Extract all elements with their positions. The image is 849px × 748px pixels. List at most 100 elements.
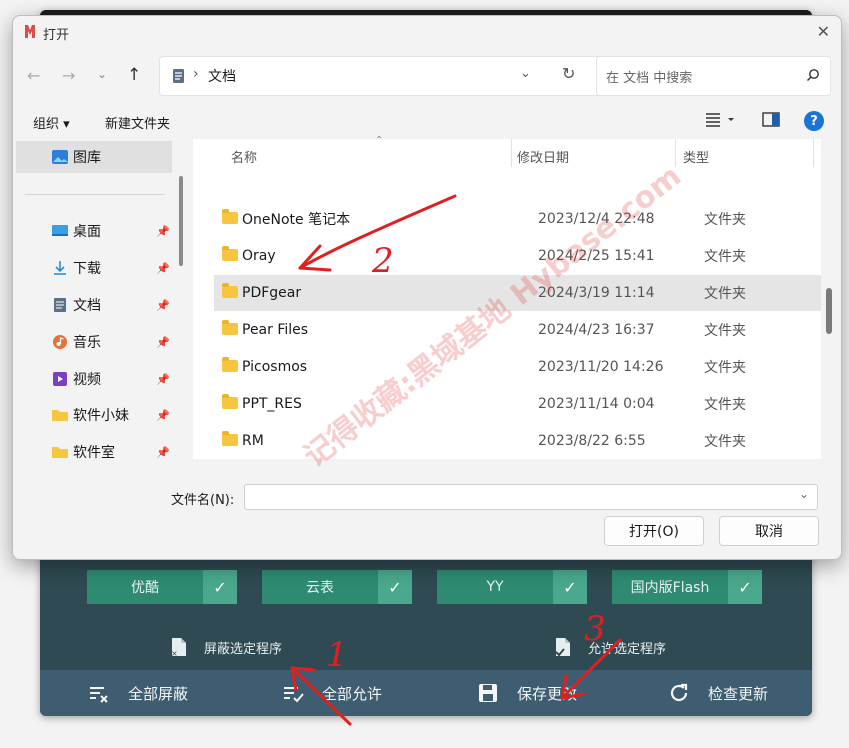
open-file-dialog: 打开 ✕ ← → ⌄ ↑ › 文档 ⌄ ↻ 在 文档 中搜索 组织 ▾ 新建文件… xyxy=(12,15,842,560)
file-name: PPT_RES xyxy=(242,396,302,412)
save-changes-label: 保存更改 xyxy=(517,684,578,703)
sidebar-item-downloads[interactable]: 下载 xyxy=(51,252,101,284)
sidebar-scrollbar[interactable] xyxy=(179,176,183,266)
folder-icon xyxy=(222,320,238,335)
pin-icon[interactable]: 📌 xyxy=(156,409,170,422)
sidebar-item-label: 图库 xyxy=(73,150,101,166)
sort-arrow-icon: ⌃ xyxy=(375,135,384,146)
block-all-button[interactable]: 全部屏蔽 xyxy=(88,682,188,704)
up-icon[interactable]: ↑ xyxy=(127,65,141,85)
sidebar-item-label: 软件小妹 xyxy=(73,408,129,424)
pin-icon[interactable]: 📌 xyxy=(156,446,170,459)
document-icon xyxy=(172,68,185,88)
chip-yy[interactable]: YY ✓ xyxy=(437,570,587,604)
video-icon xyxy=(51,371,69,387)
sidebar-item-videos[interactable]: 视频 xyxy=(51,363,101,395)
pin-icon[interactable]: 📌 xyxy=(156,336,170,349)
save-icon xyxy=(477,682,499,704)
column-header-modified[interactable]: 修改日期 xyxy=(517,147,569,166)
save-changes-button[interactable]: 保存更改 xyxy=(477,682,577,704)
file-name: RM xyxy=(242,433,264,449)
file-name: Oray xyxy=(242,248,276,264)
file-row[interactable]: RM 2023/8/22 6:55 文件夹 xyxy=(214,423,821,459)
chip-flash[interactable]: 国内版Flash ✓ xyxy=(612,570,762,604)
document-icon xyxy=(51,297,69,313)
chip-yunbiao[interactable]: 云表 ✓ xyxy=(262,570,412,604)
file-row[interactable]: Oray 2024/2/25 15:41 文件夹 xyxy=(214,238,821,274)
pin-icon[interactable]: 📌 xyxy=(156,225,170,238)
dialog-titlebar[interactable]: 打开 ✕ xyxy=(13,16,841,48)
sidebar-item-music[interactable]: 音乐 xyxy=(51,326,101,358)
breadcrumb-separator: › xyxy=(193,66,199,82)
block-selected-label: 屏蔽选定程序 xyxy=(204,641,283,657)
desktop-icon xyxy=(51,223,69,239)
sidebar-item-label: 软件室 xyxy=(73,445,115,461)
check-icon: ✓ xyxy=(378,570,412,604)
file-row-selected[interactable]: PDFgear 2024/3/19 11:14 文件夹 xyxy=(214,275,821,311)
organize-button[interactable]: 组织 ▾ xyxy=(33,113,70,132)
file-row[interactable]: Picosmos 2023/11/20 14:26 文件夹 xyxy=(214,349,821,385)
filename-input[interactable]: ⌄ xyxy=(244,484,818,510)
file-type: 文件夹 xyxy=(704,323,746,339)
dialog-title: 打开 xyxy=(43,28,70,43)
sidebar-item-documents[interactable]: 文档 xyxy=(51,289,101,321)
chip-youku[interactable]: 优酷 ✓ xyxy=(87,570,237,604)
vertical-scrollbar[interactable] xyxy=(826,288,832,334)
chevron-down-icon[interactable]: ⌄ xyxy=(799,487,809,501)
file-row[interactable]: PPT_RES 2023/11/14 0:04 文件夹 xyxy=(214,386,821,422)
svg-text:×: × xyxy=(171,649,178,657)
sidebar-item-desktop[interactable]: 桌面 xyxy=(51,215,101,247)
music-icon xyxy=(51,334,69,350)
chevron-down-icon[interactable]: ⌄ xyxy=(520,66,531,81)
check-icon: ✓ xyxy=(203,570,237,604)
view-options-icon[interactable] xyxy=(705,111,735,131)
folder-icon xyxy=(222,431,238,446)
sidebar-item-folder-xiaomei[interactable]: 软件小妹 xyxy=(51,399,129,431)
file-type: 文件夹 xyxy=(704,249,746,265)
app-logo-icon xyxy=(24,24,36,43)
back-icon[interactable]: ← xyxy=(27,66,40,85)
open-button[interactable]: 打开(O) xyxy=(604,516,704,546)
recent-locations-icon[interactable]: ⌄ xyxy=(97,67,107,81)
new-folder-button[interactable]: 新建文件夹 xyxy=(105,113,170,132)
pin-icon[interactable]: 📌 xyxy=(156,373,170,386)
download-icon xyxy=(51,260,69,276)
allow-selected-button[interactable]: 允许选定程序 xyxy=(554,637,666,657)
file-type: 文件夹 xyxy=(704,434,746,450)
chip-label: 云表 xyxy=(306,580,334,596)
help-icon[interactable]: ? xyxy=(804,111,824,131)
column-header-type[interactable]: 类型 xyxy=(683,147,709,166)
pin-icon[interactable]: 📌 xyxy=(156,299,170,312)
close-icon[interactable]: ✕ xyxy=(817,22,830,41)
gallery-icon xyxy=(51,149,69,165)
sidebar-item-label: 文档 xyxy=(73,298,101,314)
refresh-icon[interactable]: ↻ xyxy=(562,64,575,83)
file-type: 文件夹 xyxy=(704,397,746,413)
column-header-name[interactable]: 名称 xyxy=(231,147,257,166)
file-list-pane: ⌃ 名称 修改日期 类型 OneNote 笔记本 2023/12/4 22:48… xyxy=(193,135,821,471)
breadcrumb-location[interactable]: 文档 xyxy=(208,66,236,86)
forward-icon[interactable]: → xyxy=(62,66,75,85)
search-input[interactable]: 在 文档 中搜索 xyxy=(606,67,692,86)
file-date: 2024/4/23 16:37 xyxy=(538,322,655,338)
file-type: 文件夹 xyxy=(704,212,746,228)
search-icon[interactable] xyxy=(806,67,820,86)
search-box[interactable]: 在 文档 中搜索 xyxy=(596,56,831,96)
allow-all-button[interactable]: 全部允许 xyxy=(282,682,382,704)
sidebar-item-gallery[interactable]: 图库 xyxy=(51,141,101,173)
file-row[interactable]: Pear Files 2024/4/23 16:37 文件夹 xyxy=(214,312,821,348)
block-selected-button[interactable]: × 屏蔽选定程序 xyxy=(170,637,283,658)
sidebar-item-label: 桌面 xyxy=(73,224,101,240)
column-divider xyxy=(813,139,814,167)
preview-pane-icon[interactable] xyxy=(762,112,780,131)
sidebar-item-label: 视频 xyxy=(73,372,101,388)
file-row[interactable]: OneNote 笔记本 2023/12/4 22:48 文件夹 xyxy=(214,201,821,237)
pin-icon[interactable]: 📌 xyxy=(156,262,170,275)
file-date: 2023/11/14 0:04 xyxy=(538,396,655,412)
navigation-sidebar: 图库 桌面 📌 下载 📌 文档 📌 音乐 📌 视频 📌 软件小妹 📌 软件室 📌 xyxy=(13,139,185,461)
cancel-button[interactable]: 取消 xyxy=(719,516,819,546)
chip-label: 国内版Flash xyxy=(630,580,710,596)
address-bar[interactable]: › 文档 ⌄ ↻ xyxy=(159,56,604,96)
sidebar-item-label: 下载 xyxy=(73,261,101,277)
check-update-button[interactable]: 检查更新 xyxy=(668,682,768,704)
